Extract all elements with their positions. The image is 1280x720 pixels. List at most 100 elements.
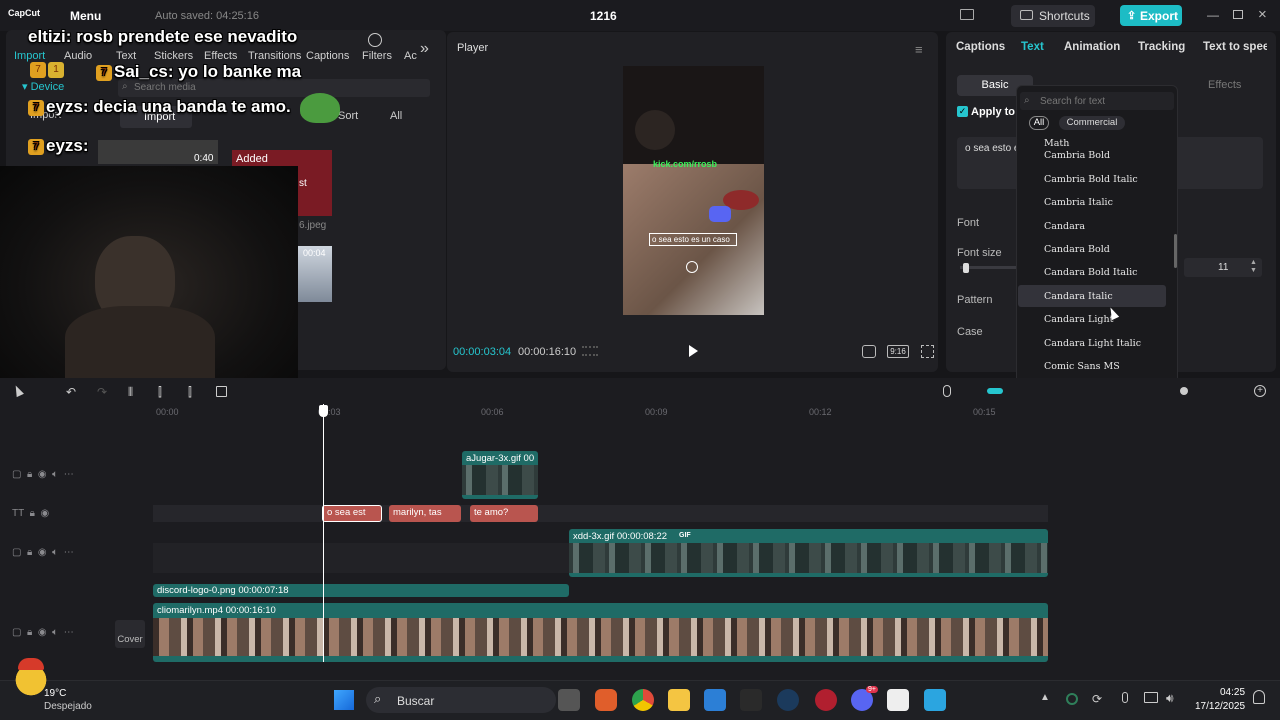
tab-effects[interactable]: Effects	[204, 50, 237, 62]
task-view-icon[interactable]	[558, 689, 580, 711]
image-clip[interactable]: discord-logo-0.png 00:00:07:18	[153, 584, 569, 597]
playhead-handle[interactable]	[319, 405, 328, 417]
main-video-clip[interactable]: cliomarilyn.mp4 00:00:16:10	[153, 603, 1048, 662]
notification-bell-icon[interactable]	[1253, 690, 1265, 704]
tab-text[interactable]: Text	[116, 50, 136, 62]
rotate-icon[interactable]	[686, 261, 698, 273]
network-icon[interactable]	[1144, 692, 1158, 703]
delete-icon[interactable]	[216, 386, 227, 397]
ratio-button[interactable]: 9:16	[887, 345, 909, 358]
subtab-effects[interactable]: Effects	[1208, 79, 1241, 91]
minimize-icon[interactable]: —	[1207, 8, 1219, 22]
export-button[interactable]: ⇪ Export	[1120, 5, 1182, 26]
chevron-right-icon[interactable]: »	[420, 40, 429, 58]
font-option[interactable]: Candara Light Italic	[1018, 332, 1166, 354]
font-search-input[interactable]: ⌕ Search for text	[1020, 92, 1174, 110]
microphone-icon[interactable]	[943, 385, 951, 397]
slider-handle[interactable]	[962, 263, 969, 273]
tab-tracking[interactable]: Tracking	[1138, 41, 1185, 53]
font-option[interactable]: Cambria Italic	[1018, 191, 1166, 213]
playhead[interactable]	[323, 404, 324, 662]
tab-more[interactable]: Ac	[404, 50, 417, 62]
brave-icon[interactable]	[595, 689, 617, 711]
clock-time[interactable]: 04:25	[1220, 687, 1245, 698]
tab-audio[interactable]: Audio	[64, 50, 92, 62]
tab-transitions[interactable]: Transitions	[248, 50, 301, 62]
opera-icon[interactable]	[815, 689, 837, 711]
font-option[interactable]: Candara Bold Italic	[1018, 261, 1166, 283]
magnet-toggle[interactable]	[987, 388, 1003, 394]
font-option[interactable]: Comic Sans MS	[1018, 355, 1166, 377]
font-option[interactable]: Candara Light	[1018, 308, 1166, 330]
filter-commercial-chip[interactable]: Commercial	[1059, 116, 1125, 130]
text-clip[interactable]: marilyn, tas	[389, 505, 461, 522]
steam-icon[interactable]	[777, 689, 799, 711]
gif-clip[interactable]: xdd-3x.gif 00:00:08:22 GIF	[569, 529, 1048, 577]
stepper-arrows-icon[interactable]: ▲ ▼	[1250, 259, 1257, 275]
chrome-icon[interactable]	[632, 689, 654, 711]
file-explorer-icon[interactable]	[668, 689, 690, 711]
zoom-fit-icon[interactable]	[862, 345, 876, 358]
track-controls[interactable]: ▢ 🔒︎ ◉ 🔈︎ ⋯	[12, 469, 74, 480]
font-option[interactable]: Cambria Bold Italic	[1018, 168, 1166, 190]
tab-captions[interactable]: Captions	[306, 50, 349, 62]
track-controls[interactable]: TT 🔒︎ ◉	[12, 508, 49, 519]
shortcuts-button[interactable]: Shortcuts	[1011, 5, 1095, 27]
store-icon[interactable]	[704, 689, 726, 711]
gif-clip[interactable]: aJugar-3x.gif 00	[462, 451, 538, 499]
trim-right-icon[interactable]: ⫿	[188, 385, 192, 400]
font-option[interactable]: Cambria Bold	[1018, 144, 1166, 166]
font-size-stepper[interactable]: 11 ▲ ▼	[1184, 258, 1262, 277]
font-option[interactable]: Candara Italic	[1018, 284, 1166, 307]
player-menu-icon[interactable]: ≡	[915, 42, 923, 57]
zoom-slider-handle[interactable]	[1180, 387, 1188, 395]
font-size-slider[interactable]	[960, 263, 1016, 273]
tray-chevron-icon[interactable]: ▲	[1040, 692, 1050, 703]
sidebar-device[interactable]: ▾ Device	[22, 80, 64, 93]
font-option[interactable]: Candara Bold	[1018, 238, 1166, 260]
layout-icon[interactable]	[960, 9, 974, 20]
filter-all-chip[interactable]: All	[1029, 116, 1049, 130]
capcut-icon[interactable]	[887, 689, 909, 711]
font-option[interactable]: Candara	[1018, 215, 1166, 237]
microphone-icon[interactable]	[1122, 692, 1128, 703]
track-controls[interactable]: ▢ 🔒︎ ◉ 🔈︎ ⋯	[12, 547, 74, 558]
cover-button[interactable]: Cover	[115, 620, 145, 648]
zoom-in-icon[interactable]: +	[1254, 385, 1266, 397]
text-overlay-box[interactable]: o sea esto es un caso	[649, 233, 737, 246]
tab-captions-props[interactable]: Captions	[956, 41, 1005, 53]
apply-checkbox[interactable]: ✓	[957, 106, 968, 117]
tab-text-props[interactable]: Text	[1021, 41, 1044, 53]
undo-icon[interactable]: ↶	[66, 385, 76, 399]
tab-import[interactable]: Import	[14, 50, 45, 62]
track-controls[interactable]: ▢ 🔒︎ ◉ 🔈︎ ⋯	[12, 627, 74, 638]
text-clip[interactable]: o sea est	[322, 505, 382, 522]
close-icon[interactable]: ×	[1258, 6, 1267, 23]
tab-stickers[interactable]: Stickers	[154, 50, 193, 62]
sort-button[interactable]: Sort	[338, 110, 358, 122]
sync-icon[interactable]: ⟳	[1092, 692, 1102, 706]
volume-icon[interactable]: 🔊︎	[1166, 691, 1174, 706]
windows-start-icon[interactable]	[334, 690, 354, 710]
text-clip[interactable]: te amo?	[470, 505, 538, 522]
maximize-icon[interactable]	[1233, 10, 1243, 19]
font-option[interactable]: Cambria & Cambria Math	[1018, 135, 1166, 149]
tab-animation[interactable]: Animation	[1064, 41, 1120, 53]
trim-left-icon[interactable]: ⫿	[158, 385, 162, 400]
app-f-icon[interactable]	[924, 689, 946, 711]
menu-button[interactable]: Menu	[70, 9, 101, 23]
grid-icon[interactable]	[582, 346, 598, 356]
play-icon[interactable]	[689, 345, 698, 357]
taskbar-search[interactable]: ⌕ Buscar	[366, 687, 556, 713]
redo-icon[interactable]: ↷	[97, 385, 107, 399]
font-list-scrollbar[interactable]	[1174, 234, 1177, 268]
video-preview[interactable]: kick.com/rrosb o sea esto es un caso	[623, 66, 764, 315]
fullscreen-icon[interactable]	[921, 345, 934, 358]
split-icon[interactable]: ⫴	[128, 385, 133, 400]
tab-text-to-speech[interactable]: Text to speech	[1203, 41, 1267, 53]
epic-games-icon[interactable]	[740, 689, 762, 711]
tray-app-icon[interactable]	[1066, 693, 1078, 705]
filter-all-button[interactable]: All	[390, 110, 402, 122]
tab-filters[interactable]: Filters	[362, 50, 392, 62]
text-content-input-right[interactable]	[1178, 137, 1263, 189]
